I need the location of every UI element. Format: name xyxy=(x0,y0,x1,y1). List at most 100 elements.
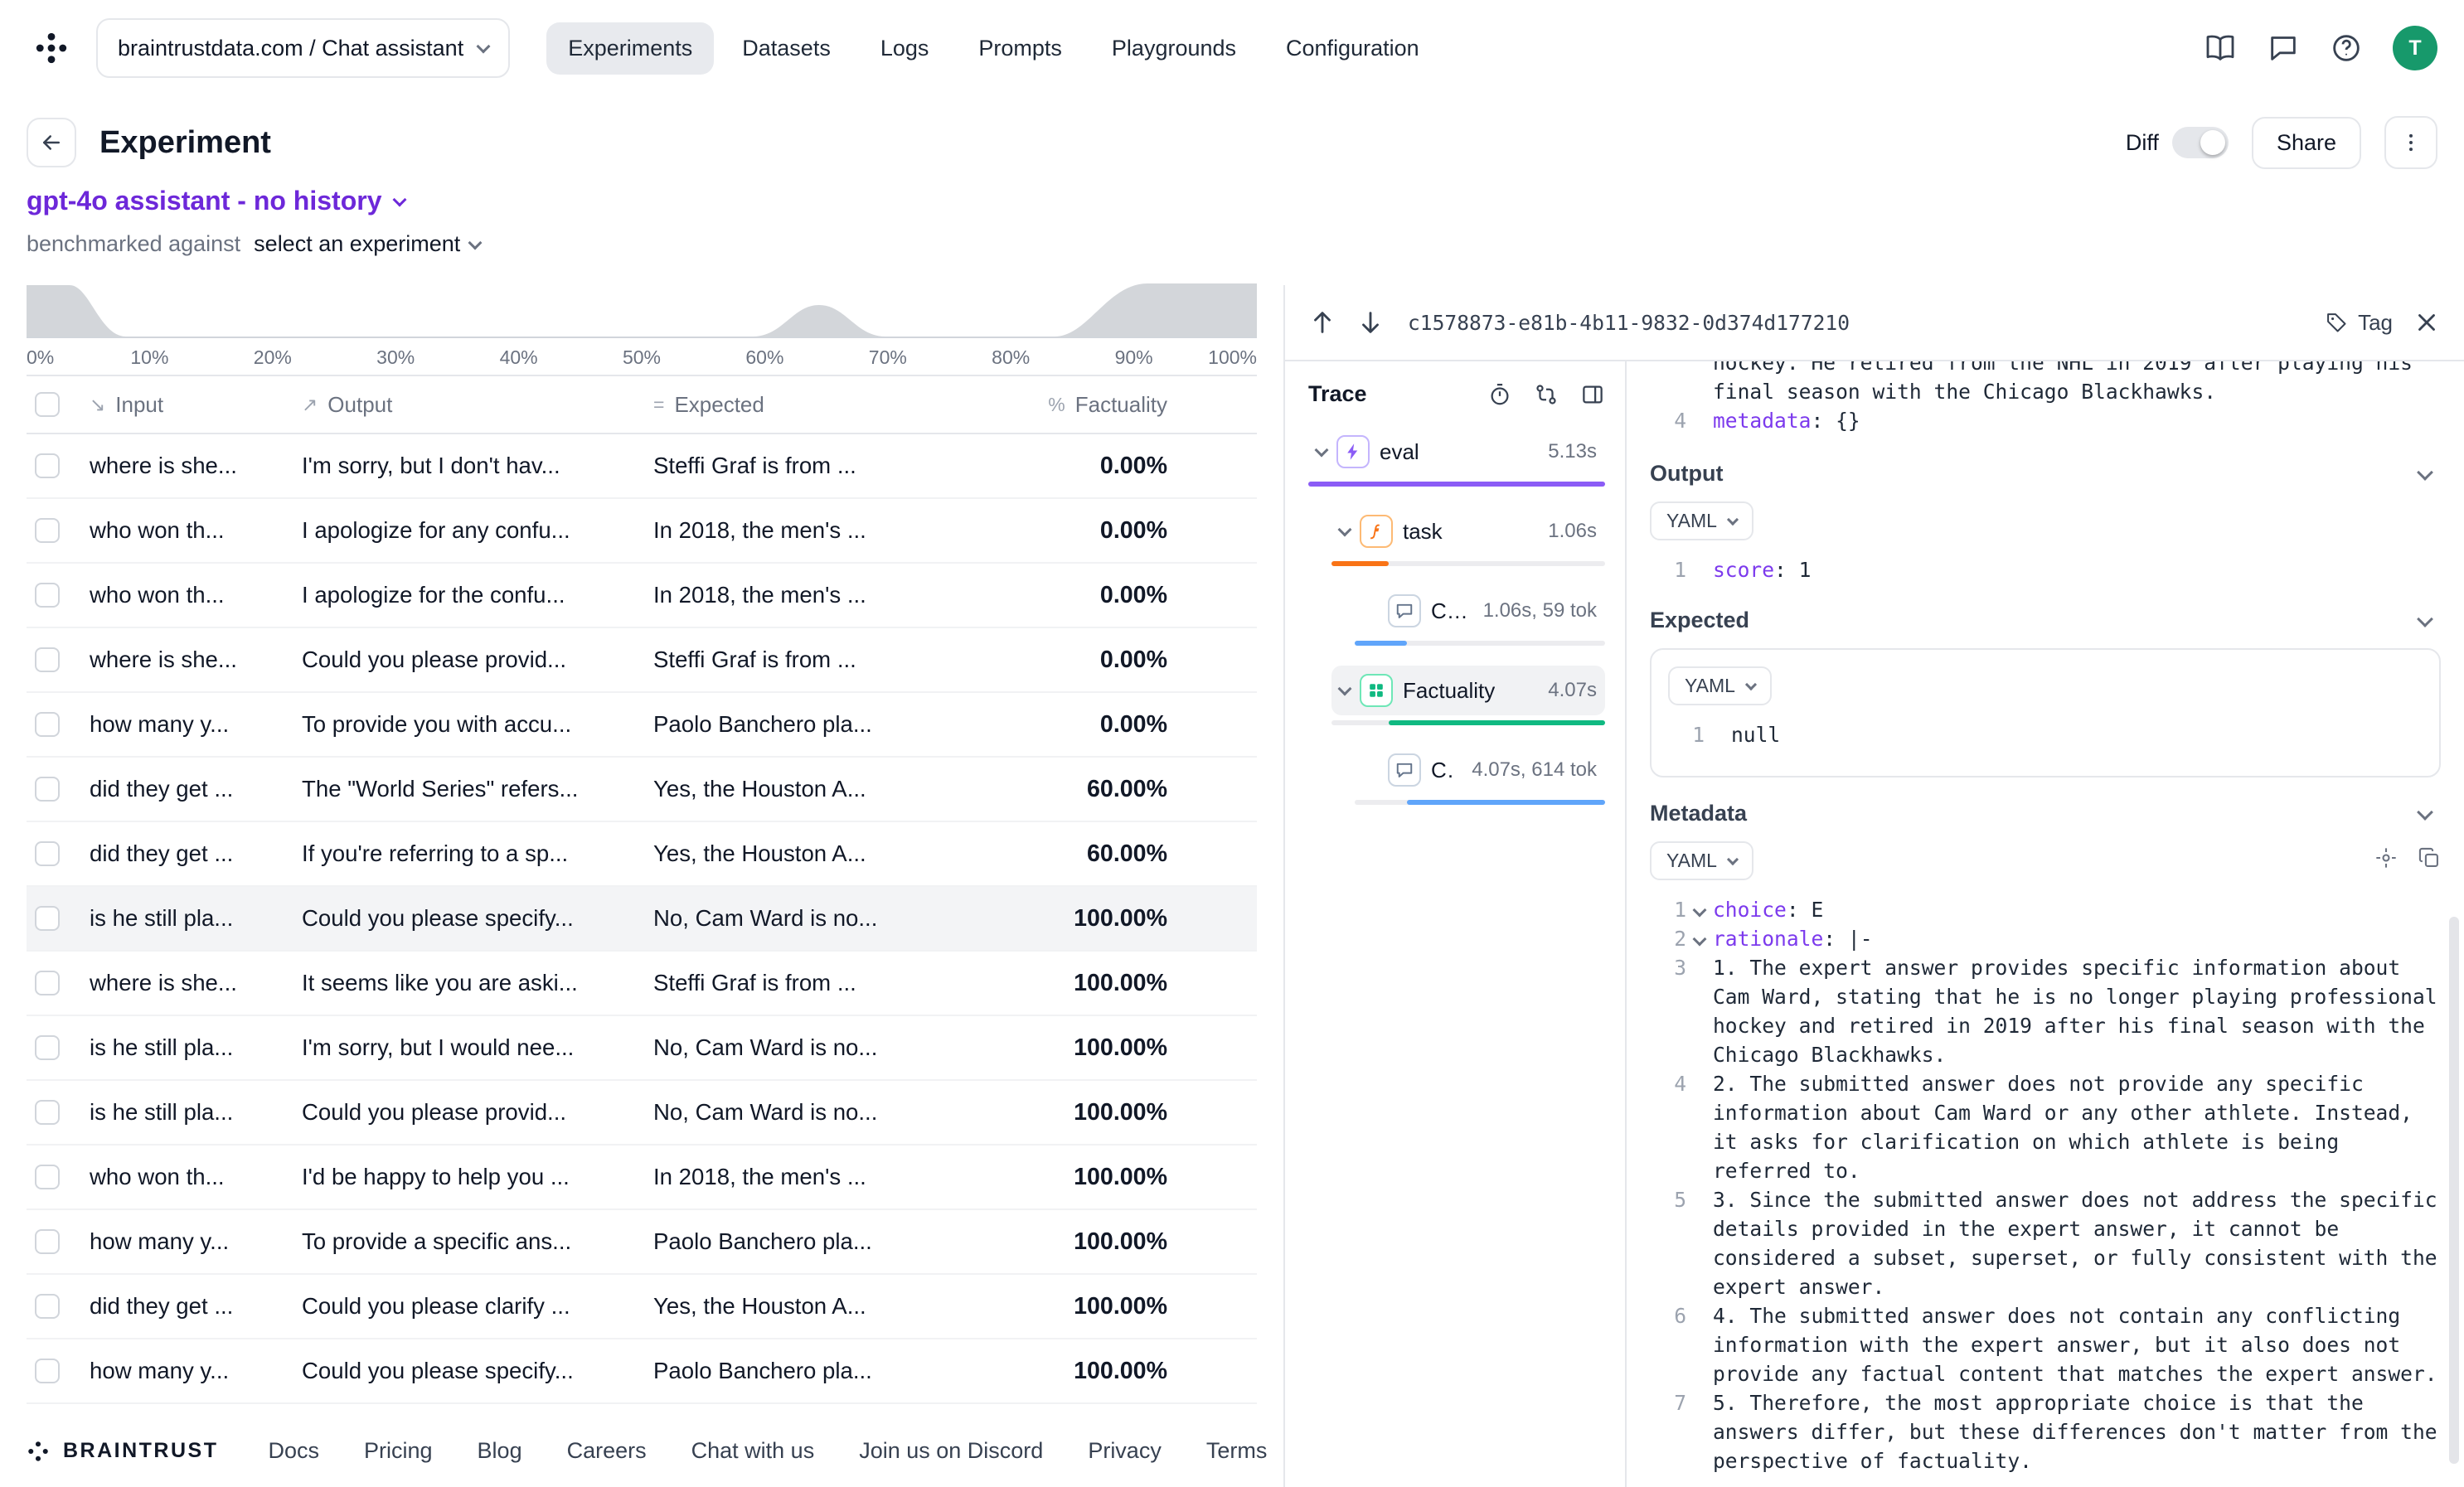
tag-icon xyxy=(2327,313,2346,332)
table-row[interactable]: who won th... I'd be happy to help you ..… xyxy=(27,1146,1257,1210)
row-checkbox[interactable] xyxy=(35,712,60,737)
footer-link-chat-with-us[interactable]: Chat with us xyxy=(691,1438,815,1464)
row-checkbox[interactable] xyxy=(35,453,60,478)
back-button[interactable] xyxy=(27,118,76,167)
table-row[interactable]: did they get ... Could you please clarify… xyxy=(27,1275,1257,1339)
expected-editor[interactable]: YAML 1 null xyxy=(1650,648,2441,777)
code-line: 3 1. The expert answer provides specific … xyxy=(1674,956,2450,1067)
expand-icon[interactable] xyxy=(2374,845,2398,876)
table-row[interactable]: how many y... To provide you with accu...… xyxy=(27,693,1257,758)
tab-configuration[interactable]: Configuration xyxy=(1264,22,1441,75)
tab-experiments[interactable]: Experiments xyxy=(546,22,715,75)
footer-link-blog[interactable]: Blog xyxy=(478,1438,522,1464)
tab-prompts[interactable]: Prompts xyxy=(957,22,1084,75)
footer-link-docs[interactable]: Docs xyxy=(269,1438,320,1464)
more-menu-button[interactable] xyxy=(2384,116,2437,169)
row-checkbox[interactable] xyxy=(35,841,60,866)
project-selector[interactable]: braintrustdata.com / Chat assistant xyxy=(96,18,511,78)
table-row[interactable]: where is she... I'm sorry, but I don't ha… xyxy=(27,434,1257,499)
cell-input: is he still pla... xyxy=(90,905,234,931)
table-row[interactable]: who won th... I apologize for the confu..… xyxy=(27,564,1257,628)
row-checkbox[interactable] xyxy=(35,1165,60,1189)
feedback-icon[interactable] xyxy=(2267,31,2300,65)
column-header-factuality[interactable]: % Factuality xyxy=(929,392,1257,418)
output-section-header[interactable]: Output xyxy=(1650,461,2441,487)
table-row[interactable]: did they get ... If you're referring to a… xyxy=(27,822,1257,887)
compare-icon[interactable] xyxy=(1534,382,1559,407)
row-checkbox[interactable] xyxy=(35,1035,60,1060)
row-checkbox[interactable] xyxy=(35,583,60,608)
axis-tick: 0% xyxy=(27,346,55,368)
experiment-name-select[interactable]: gpt-4o assistant - no history xyxy=(27,186,407,216)
tag-button[interactable]: Tag xyxy=(2325,310,2393,336)
footer-link-join-us-on-discord[interactable]: Join us on Discord xyxy=(859,1438,1043,1464)
tab-datasets[interactable]: Datasets xyxy=(720,22,852,75)
row-checkbox[interactable] xyxy=(35,1229,60,1254)
metadata-format-select[interactable]: YAML xyxy=(1650,841,1753,880)
footer-link-pricing[interactable]: Pricing xyxy=(364,1438,433,1464)
next-row-icon[interactable] xyxy=(1356,308,1385,337)
histogram-shape xyxy=(27,283,1257,337)
row-checkbox[interactable] xyxy=(35,777,60,802)
table-row[interactable]: how many y... Could you please specify...… xyxy=(27,1339,1257,1404)
axis-tick: 80% xyxy=(992,346,1031,368)
avatar[interactable]: T xyxy=(2393,26,2437,70)
table-row[interactable]: who won th... I apologize for any confu..… xyxy=(27,499,1257,564)
diff-toggle[interactable] xyxy=(2171,127,2229,158)
trace-span-ch[interactable]: Ch... 4.07s, 614 tok xyxy=(1355,745,1605,795)
chevron-down-icon[interactable] xyxy=(1314,443,1329,458)
column-header-expected[interactable]: = Expected xyxy=(653,392,929,418)
docs-icon[interactable] xyxy=(2204,31,2237,65)
trace-span-eval[interactable]: eval 5.13s xyxy=(1308,427,1605,477)
benchmark-experiment-select[interactable]: select an experiment xyxy=(254,231,483,257)
table-row[interactable]: where is she... It seems like you are ask… xyxy=(27,952,1257,1016)
expected-section-header[interactable]: Expected xyxy=(1650,608,2441,633)
scrolled-content-tail: hockey. He retired from the NHL in 2019 … xyxy=(1650,361,2441,438)
tab-logs[interactable]: Logs xyxy=(859,22,951,75)
footer-link-terms[interactable]: Terms xyxy=(1206,1438,1268,1464)
trace-span-task[interactable]: task 1.06s xyxy=(1331,506,1605,556)
toggle-knob xyxy=(2200,130,2225,155)
timer-icon[interactable] xyxy=(1487,382,1512,407)
table-row[interactable]: did they get ... The "World Series" refer… xyxy=(27,758,1257,822)
metadata-section-header[interactable]: Metadata xyxy=(1650,801,2441,826)
chevron-down-icon xyxy=(2417,803,2433,821)
braintrust-logo-icon[interactable] xyxy=(27,23,76,73)
row-checkbox[interactable] xyxy=(35,647,60,672)
row-checkbox[interactable] xyxy=(35,1100,60,1125)
footer-link-careers[interactable]: Careers xyxy=(567,1438,647,1464)
table-row[interactable]: is he still pla... Could you please speci… xyxy=(27,887,1257,952)
output-format-select[interactable]: YAML xyxy=(1650,501,1753,540)
prev-row-icon[interactable] xyxy=(1308,308,1336,337)
chevron-down-icon[interactable] xyxy=(1692,903,1707,918)
table-row[interactable]: how many y... To provide a specific ans..… xyxy=(27,1210,1257,1275)
row-checkbox[interactable] xyxy=(35,971,60,995)
row-checkbox[interactable] xyxy=(35,906,60,931)
braintrust-brand[interactable]: BRAINTRUST xyxy=(27,1439,219,1463)
column-header-input[interactable]: ↘ Input xyxy=(90,392,302,418)
copy-icon[interactable] xyxy=(2418,845,2441,876)
trace-span-cha[interactable]: Cha... 1.06s, 59 tok xyxy=(1355,586,1605,636)
chevron-down-icon[interactable] xyxy=(1337,681,1352,696)
table-row[interactable]: where is she... Could you please provid..… xyxy=(27,628,1257,693)
chevron-down-icon[interactable] xyxy=(1337,522,1352,537)
row-checkbox[interactable] xyxy=(35,1294,60,1319)
chevron-down-icon[interactable] xyxy=(1692,932,1707,947)
layout-panel-icon[interactable] xyxy=(1580,382,1605,407)
trace-span-factuality[interactable]: Factuality 4.07s xyxy=(1331,666,1605,715)
column-header-output[interactable]: ↗ Output xyxy=(302,392,653,418)
row-checkbox[interactable] xyxy=(35,518,60,543)
output-code: 1 score: 1 xyxy=(1650,555,2441,584)
close-icon[interactable] xyxy=(2413,308,2441,337)
row-checkbox[interactable] xyxy=(35,1359,60,1383)
table-row[interactable]: is he still pla... I'm sorry, but I would… xyxy=(27,1016,1257,1081)
help-icon[interactable] xyxy=(2330,31,2363,65)
scrollbar[interactable] xyxy=(2449,917,2459,1464)
chat-span-icon xyxy=(1388,753,1421,787)
table-row[interactable]: is he still pla... Could you please provi… xyxy=(27,1081,1257,1146)
footer-link-privacy[interactable]: Privacy xyxy=(1088,1438,1162,1464)
select-all-checkbox[interactable] xyxy=(35,392,60,417)
expected-format-select[interactable]: YAML xyxy=(1668,666,1772,705)
tab-playgrounds[interactable]: Playgrounds xyxy=(1090,22,1258,75)
share-button[interactable]: Share xyxy=(2251,116,2361,169)
